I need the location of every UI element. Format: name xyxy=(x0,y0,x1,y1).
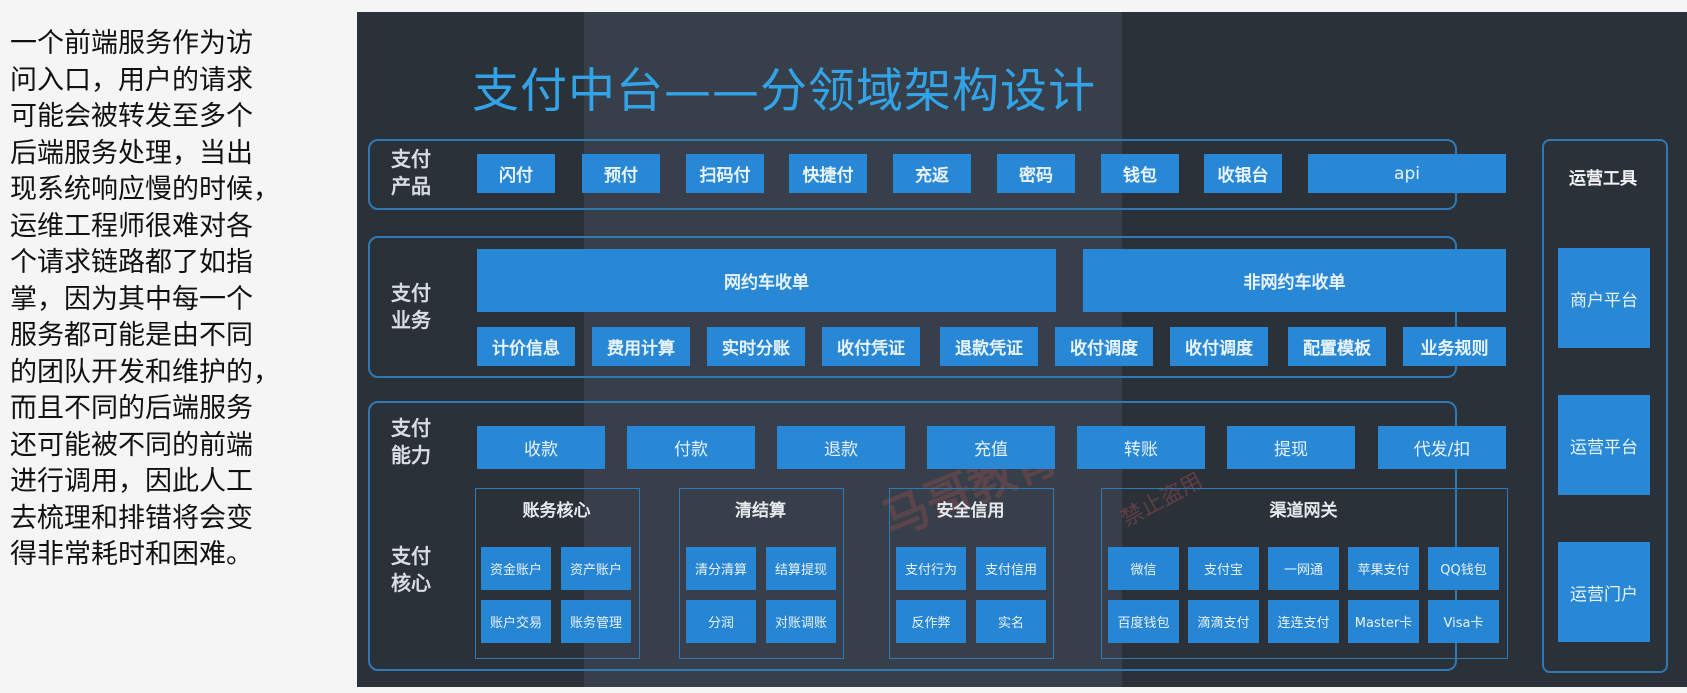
capability-box: 收款 xyxy=(477,426,605,469)
capability-box: 转账 xyxy=(1077,426,1205,469)
product-box: 密码 xyxy=(997,154,1075,193)
core-box: 支付信用 xyxy=(976,547,1046,590)
capability-box: 付款 xyxy=(627,426,755,469)
core-box: 微信 xyxy=(1108,547,1179,590)
product-box: 闪付 xyxy=(477,154,555,193)
group-title: 清结算 xyxy=(735,501,786,521)
paragraph-line: 得非常耗时和困难。 xyxy=(10,539,253,570)
core-box: 反作弊 xyxy=(896,600,966,643)
business-box: 收付凭证 xyxy=(822,327,920,366)
business-label: 支付 业务 xyxy=(391,281,431,332)
business-box: 业务规则 xyxy=(1403,327,1506,366)
core-box: 百度钱包 xyxy=(1108,600,1179,643)
core-box: 账务管理 xyxy=(561,600,631,643)
business-top-box: 非网约车收单 xyxy=(1083,249,1506,312)
core-label: 支付 核心 xyxy=(391,544,431,595)
business-box: 退款凭证 xyxy=(940,327,1038,366)
business-box: 实时分账 xyxy=(707,327,805,366)
core-box: QQ钱包 xyxy=(1428,547,1499,590)
business-box: 费用计算 xyxy=(592,327,690,366)
core-box: Master卡 xyxy=(1348,600,1419,643)
description-paragraph: 一个前端服务作为访 问入口，用户的请求 可能会被转发至多个 后端服务处理，当出 … xyxy=(10,26,340,574)
core-box: Visa卡 xyxy=(1428,600,1499,643)
core-box: 清分清算 xyxy=(686,547,756,590)
business-box: 计价信息 xyxy=(477,327,575,366)
paragraph-line: 去梳理和排错将会变 xyxy=(10,502,253,534)
business-box: 收付调度 xyxy=(1170,327,1268,366)
core-box: 滴滴支付 xyxy=(1188,600,1259,643)
capability-box: 充值 xyxy=(927,426,1055,469)
product-box: 钱包 xyxy=(1101,154,1179,193)
core-box: 资金账户 xyxy=(481,547,551,590)
paragraph-line: 而且不同的后端服务 xyxy=(10,393,253,424)
ops-box: 运营门户 xyxy=(1558,542,1650,642)
product-box: api xyxy=(1308,154,1506,193)
product-box: 预付 xyxy=(582,154,660,193)
paragraph-line: 进行调用，因此人工 xyxy=(10,466,253,497)
paragraph-line: 的团队开发和维护的， xyxy=(10,356,280,388)
paragraph-line: 服务都可能是由不同 xyxy=(10,320,253,351)
paragraph-line: 现系统响应慢的时候， xyxy=(10,174,280,205)
products-label: 支付 产品 xyxy=(391,147,431,198)
core-box: 苹果支付 xyxy=(1348,547,1419,590)
core-box: 结算提现 xyxy=(766,547,836,590)
paragraph-line: 问入口，用户的请求 xyxy=(10,64,253,96)
architecture-diagram: 支付中台——分领域架构设计 禁止盗用 马哥教育 支付 产品 闪付 预付 扫码付 … xyxy=(357,12,1687,687)
core-box: 实名 xyxy=(976,600,1046,643)
capability-label: 支付 能力 xyxy=(391,416,431,467)
core-box: 账户交易 xyxy=(481,600,551,643)
core-box: 一网通 xyxy=(1268,547,1339,590)
business-box: 配置模板 xyxy=(1288,327,1386,366)
ops-title: 运营工具 xyxy=(1569,169,1637,189)
core-box: 支付宝 xyxy=(1188,547,1259,590)
product-box: 充返 xyxy=(893,154,971,193)
capability-box: 退款 xyxy=(777,426,905,469)
paragraph-line: 可能会被转发至多个 xyxy=(10,101,253,132)
paragraph-line: 后端服务处理，当出 xyxy=(10,137,253,169)
business-top-box: 网约车收单 xyxy=(477,249,1056,312)
paragraph-line: 个请求链路都了如指 xyxy=(10,247,253,278)
paragraph-line: 一个前端服务作为访 xyxy=(10,28,253,59)
group-title: 渠道网关 xyxy=(1269,501,1338,521)
core-box: 支付行为 xyxy=(896,547,966,590)
business-box: 收付调度 xyxy=(1055,327,1153,366)
product-box: 扫码付 xyxy=(686,154,764,193)
paragraph-line: 运维工程师很难对各 xyxy=(10,210,253,242)
group-title: 安全信用 xyxy=(936,501,1005,521)
diagram-title: 支付中台——分领域架构设计 xyxy=(472,64,1096,119)
capability-box: 代发/扣 xyxy=(1378,426,1506,469)
core-box: 分润 xyxy=(686,600,756,643)
capability-box: 提现 xyxy=(1227,426,1355,469)
ops-box: 运营平台 xyxy=(1558,395,1650,495)
core-box: 对账调账 xyxy=(766,600,836,643)
core-box: 连连支付 xyxy=(1268,600,1339,643)
paragraph-line: 掌，因为其中每一个 xyxy=(10,283,253,315)
ops-box: 商户平台 xyxy=(1558,248,1650,348)
paragraph-line: 还可能被不同的前端 xyxy=(10,429,253,461)
product-box: 快捷付 xyxy=(789,154,867,193)
core-box: 资产账户 xyxy=(561,547,631,590)
group-title: 账务核心 xyxy=(522,501,591,521)
product-box: 收银台 xyxy=(1204,154,1282,193)
